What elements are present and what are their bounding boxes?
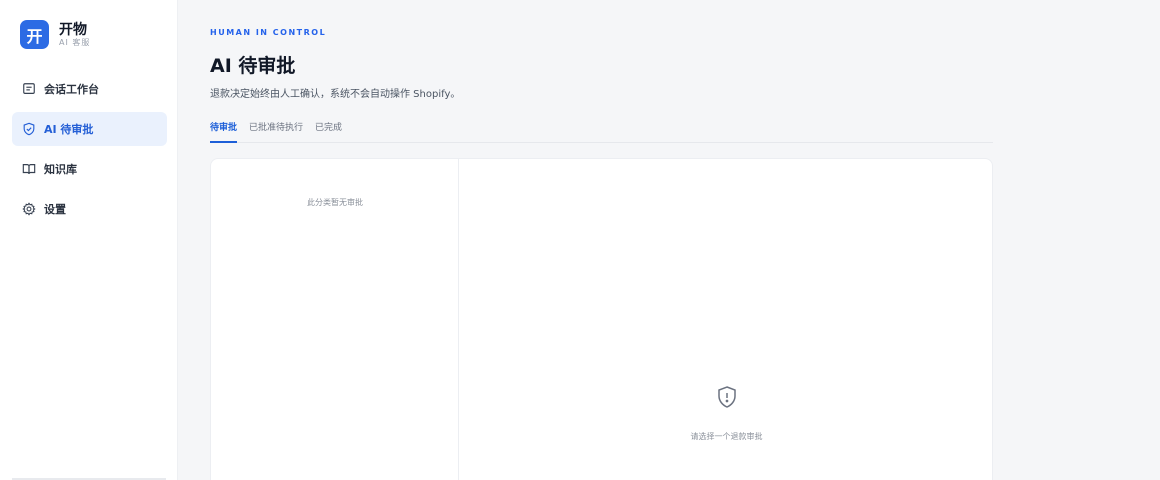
sidebar-item-ai-approval[interactable]: AI 待审批 bbox=[12, 112, 167, 146]
approval-list: 此分类暂无审批 bbox=[211, 159, 459, 480]
tab-pending[interactable]: 待审批 bbox=[210, 116, 238, 143]
empty-list-message: 此分类暂无审批 bbox=[307, 198, 363, 207]
page-title: AI 待审批 bbox=[210, 55, 296, 77]
sidebar-item-conversations[interactable]: 会话工作台 bbox=[12, 72, 167, 106]
gear-icon bbox=[22, 202, 36, 216]
sidebar-item-label: 设置 bbox=[44, 203, 66, 216]
page-eyebrow: HUMAN IN CONTROL bbox=[210, 28, 327, 37]
sidebar-item-label: AI 待审批 bbox=[44, 123, 94, 136]
message-square-icon bbox=[22, 82, 36, 96]
tab-completed[interactable]: 已完成 bbox=[315, 116, 342, 143]
sidebar-item-knowledge-base[interactable]: 知识库 bbox=[12, 152, 167, 186]
sidebar-nav: 会话工作台 AI 待审批 知识库 设置 bbox=[12, 72, 167, 232]
brand-subtitle: AI 客服 bbox=[59, 37, 91, 47]
approval-panel: 此分类暂无审批 请选择一个退款审批 bbox=[210, 158, 993, 480]
shield-check-icon bbox=[22, 122, 36, 136]
shield-alert-icon bbox=[716, 385, 738, 409]
brand-name: 开物 bbox=[59, 21, 87, 38]
detail-empty-message: 请选择一个退款审批 bbox=[690, 432, 763, 441]
book-open-icon bbox=[22, 162, 36, 176]
brand-logo: 开 bbox=[20, 20, 49, 49]
tab-bar: 待审批 已批准待执行 已完成 bbox=[210, 116, 993, 143]
sidebar-item-label: 会话工作台 bbox=[44, 83, 99, 96]
page-description: 退款决定始终由人工确认，系统不会自动操作 Shopify。 bbox=[210, 89, 461, 100]
brand: 开 开物 AI 客服 bbox=[20, 20, 90, 49]
sidebar-item-label: 知识库 bbox=[44, 163, 77, 176]
tab-approved-pending-execution[interactable]: 已批准待执行 bbox=[249, 116, 303, 143]
detail-empty-state: 请选择一个退款审批 bbox=[459, 385, 992, 442]
sidebar-item-settings[interactable]: 设置 bbox=[12, 192, 167, 226]
sidebar: 开 开物 AI 客服 会话工作台 AI 待审批 知识库 设置 bbox=[0, 0, 178, 480]
